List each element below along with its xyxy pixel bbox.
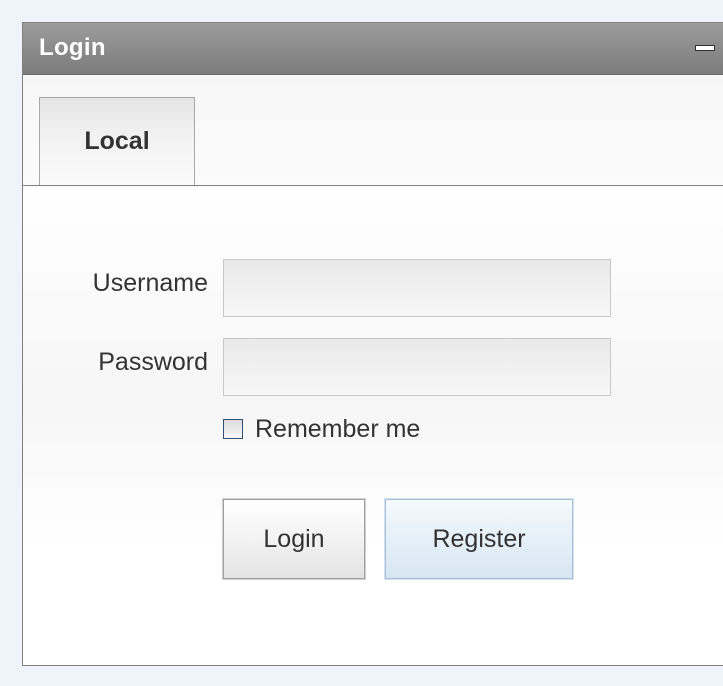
login-button[interactable]: Login <box>222 498 366 580</box>
panel-titlebar: Login <box>23 23 723 75</box>
login-panel: Login Local Username Password Remember m… <box>22 22 723 666</box>
remember-me-checkbox[interactable] <box>223 419 243 439</box>
username-label: Username <box>92 269 208 297</box>
password-input[interactable] <box>223 338 611 396</box>
minimize-button[interactable] <box>694 43 716 55</box>
password-label: Password <box>98 348 208 376</box>
tab-local[interactable]: Local <box>39 97 195 186</box>
minimize-icon <box>695 45 715 51</box>
login-form: Username Password Remember me Login Regi… <box>23 187 723 665</box>
register-button[interactable]: Register <box>384 498 574 580</box>
tab-strip: Local <box>23 75 723 187</box>
remember-me-label[interactable]: Remember me <box>255 414 420 444</box>
tab-divider <box>23 185 723 186</box>
username-input[interactable] <box>223 259 611 317</box>
tab-local-label: Local <box>84 127 150 155</box>
panel-title: Login <box>39 34 106 61</box>
